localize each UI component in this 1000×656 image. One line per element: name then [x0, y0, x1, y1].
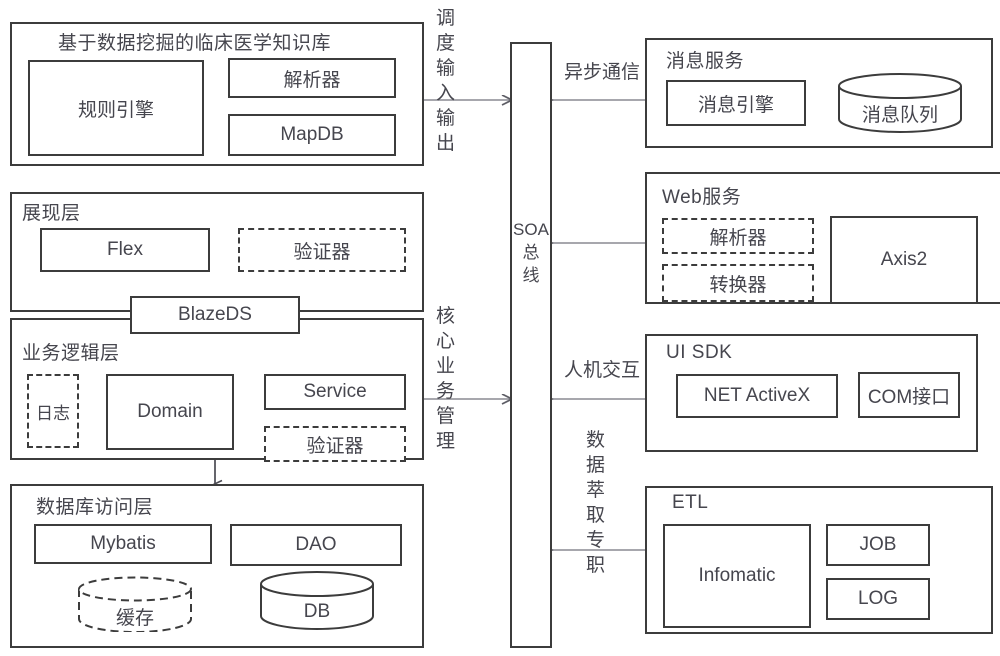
- label-schedule-io-char-2: 输: [436, 58, 456, 80]
- web-service-title: Web服务: [662, 187, 742, 208]
- message-queue-cylinder: 消息队列: [836, 72, 964, 134]
- mapdb-label: MapDB: [280, 124, 344, 145]
- label-schedule-io-char-0: 调: [436, 8, 456, 29]
- label-schedule-io-char-1: 度: [436, 33, 456, 55]
- label-data-extract-load: 数 据 萃 取 专 职: [586, 428, 605, 578]
- converter-label: 转换器: [709, 274, 767, 296]
- label-data-extract-char-5: 职: [586, 555, 606, 577]
- label-schedule-io-char-5: 出: [436, 133, 456, 155]
- label-data-extract-char-2: 萃: [586, 480, 606, 502]
- soa-bus-line-2: 总: [522, 242, 540, 262]
- soa-bus-line-1: SOA: [513, 220, 549, 239]
- ui-sdk-title: UI SDK: [666, 342, 733, 363]
- message-engine-label: 消息引擎: [697, 94, 774, 116]
- label-schedule-io-char-4: 输: [436, 108, 456, 130]
- label-data-extract-char-0: 数: [586, 430, 606, 451]
- soa-bus-line-3: 线: [522, 265, 540, 285]
- service-label: Service: [303, 381, 367, 402]
- rule-engine-label: 规则引擎: [77, 99, 154, 121]
- label-core-business-char-4: 管: [436, 406, 456, 428]
- axis2-label: Axis2: [880, 249, 928, 270]
- etl-title: ETL: [672, 492, 709, 513]
- log-label: 日志: [36, 403, 70, 423]
- label-core-business-char-2: 业: [436, 356, 456, 378]
- cache-label: 缓存: [115, 607, 154, 629]
- label-core-business-char-1: 心: [436, 331, 456, 353]
- log-label-etl: LOG: [857, 588, 899, 609]
- net-activex-label: NET ActiveX: [703, 385, 811, 406]
- business-layer-title: 业务逻辑层: [22, 343, 120, 364]
- db-cylinder: DB: [258, 570, 376, 630]
- dao-label: DAO: [295, 534, 337, 555]
- com-interface-label: COM接口: [867, 386, 951, 408]
- label-data-extract-char-4: 专: [586, 530, 606, 552]
- label-core-business: 核 心 业 务 管 理: [436, 304, 455, 454]
- label-data-extract-char-3: 取: [586, 505, 606, 527]
- label-human-interaction: 人机交互: [563, 359, 640, 381]
- knowledge-base-title: 基于数据挖掘的临床医学知识库: [58, 33, 332, 54]
- db-label: DB: [303, 601, 331, 622]
- label-schedule-io-char-3: 入: [436, 83, 456, 105]
- parser-label-kb: 解析器: [283, 69, 341, 91]
- cache-cylinder: 缓存: [76, 576, 194, 632]
- validator-label-business: 验证器: [306, 435, 364, 457]
- flex-label: Flex: [107, 239, 143, 260]
- architecture-diagram: 基于数据挖掘的临床医学知识库 规则引擎 解析器 MapDB 展现层 Flex 验…: [0, 0, 1000, 656]
- label-core-business-char-3: 务: [436, 381, 456, 403]
- presentation-layer-title: 展现层: [22, 203, 81, 224]
- domain-label: Domain: [137, 401, 203, 422]
- message-service-title: 消息服务: [666, 51, 745, 72]
- blazeds-label: BlazeDS: [178, 304, 252, 325]
- parser-label-web: 解析器: [709, 227, 767, 249]
- label-data-extract-char-1: 据: [586, 455, 606, 477]
- soa-bus-text: SOA 总 线: [512, 219, 550, 288]
- label-schedule-io: 调 度 输 入 输 出: [436, 6, 455, 156]
- message-queue-label: 消息队列: [861, 104, 938, 126]
- soa-bus: SOA 总 线: [510, 42, 552, 648]
- label-core-business-char-0: 核: [436, 306, 456, 327]
- data-access-layer-title: 数据库访问层: [36, 497, 154, 518]
- mybatis-label: Mybatis: [90, 533, 156, 554]
- validator-label-presentation: 验证器: [293, 241, 351, 263]
- label-core-business-char-5: 理: [436, 431, 456, 453]
- infomatic-label: Infomatic: [698, 565, 776, 586]
- label-async-comm: 异步通信: [563, 61, 640, 83]
- job-label: JOB: [859, 534, 897, 555]
